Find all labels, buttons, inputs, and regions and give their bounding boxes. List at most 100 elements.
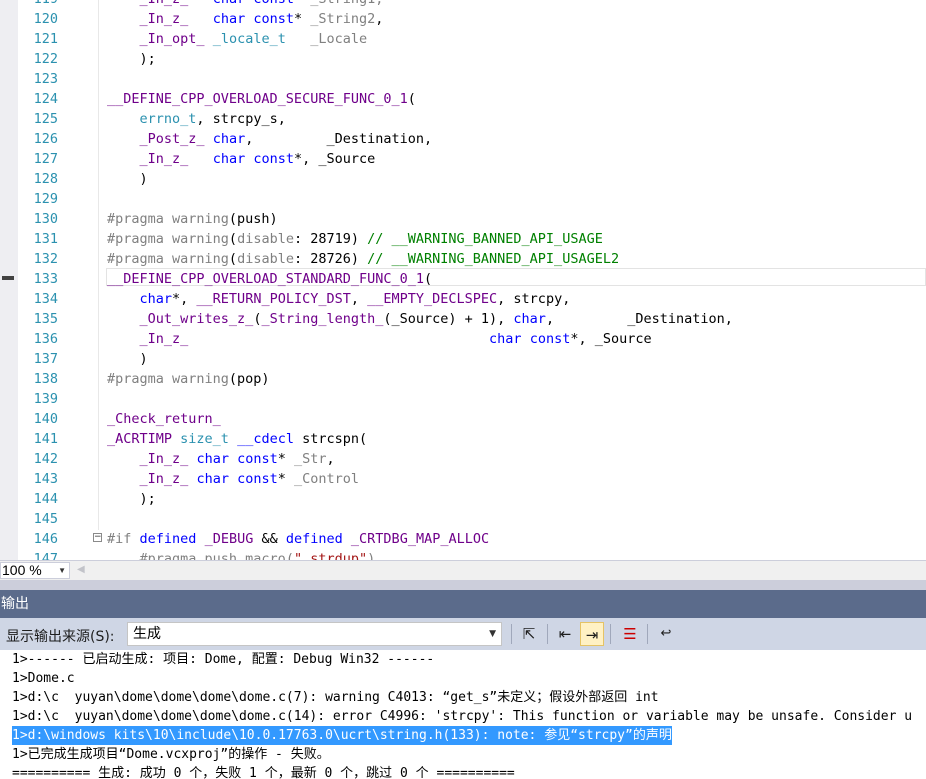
code-text: ) — [107, 171, 148, 187]
line-number: 138 — [33, 371, 58, 387]
code-line[interactable]: 145 — [0, 509, 926, 529]
code-line[interactable]: 132 #pragma warning(disable: 28726) // __… — [0, 249, 926, 269]
output-source-select[interactable]: 生成 ▼ — [127, 622, 502, 646]
code-text: _Check_return_ — [107, 411, 221, 427]
code-line[interactable]: 119 _In_z_ char const* _String1, — [0, 0, 926, 9]
line-number: 147 — [33, 551, 58, 560]
chevron-down-icon: ▼ — [58, 566, 66, 575]
code-text: _In_z_ char const* _String1, — [107, 0, 384, 9]
code-line[interactable]: 129 — [0, 189, 926, 209]
output-title-text: 输出 — [1, 596, 29, 612]
next-message-icon[interactable]: ⇥ — [580, 622, 604, 646]
line-number: 122 — [33, 51, 58, 67]
line-number: 134 — [33, 291, 58, 307]
line-number: 132 — [33, 251, 58, 267]
code-text: _In_z_ char const* _Control — [139, 471, 360, 487]
line-number: 142 — [33, 451, 58, 467]
line-number: 128 — [33, 171, 58, 187]
zoom-level-value: 100 % — [2, 562, 42, 578]
code-text: _In_z_ char const* _String2, — [139, 11, 384, 27]
code-line[interactable]: 135 _Out_writes_z_(_String_length_(_Sour… — [0, 309, 926, 329]
code-line[interactable]: 136 _In_z_ char const*, _Source — [0, 329, 926, 349]
line-number: 125 — [33, 111, 58, 127]
code-text: #pragma warning(disable: 28719) // __WAR… — [107, 231, 603, 247]
line-number: 121 — [33, 31, 58, 47]
code-text: _Out_writes_z_(_String_length_(_Source) … — [139, 311, 733, 327]
code-line[interactable]: 122 ); — [0, 49, 926, 69]
code-line[interactable]: 138 #pragma warning(pop) — [0, 369, 926, 389]
code-text: _In_opt_ _locale_t _Locale — [139, 31, 368, 47]
code-line[interactable]: 128 ) — [0, 169, 926, 189]
code-line[interactable]: 134 char*, __RETURN_POLICY_DST, __EMPTY_… — [0, 289, 926, 309]
output-source-value: 生成 — [133, 626, 161, 642]
line-number: 139 — [33, 391, 58, 407]
clear-all-icon[interactable]: ☰ — [618, 622, 642, 646]
collapse-toggle-icon[interactable]: − — [93, 533, 102, 542]
output-text-area[interactable]: 1>------ 已启动生成: 项目: Dome, 配置: Debug Win3… — [0, 650, 926, 779]
code-text: errno_t, strcpy_s, — [139, 111, 286, 127]
code-line[interactable]: 127 _In_z_ char const*, _Source — [0, 149, 926, 169]
code-text: #if defined _DEBUG && defined _CRTDBG_MA… — [107, 531, 490, 547]
code-text: #pragma warning(disable: 28726) // __WAR… — [107, 251, 620, 267]
code-line[interactable]: 124 __DEFINE_CPP_OVERLOAD_SECURE_FUNC_0_1… — [0, 89, 926, 109]
output-toolbar: 显示输出来源(S): 生成 ▼ ⇱ ⇤ ⇥ ☰ ↩ — [0, 618, 926, 650]
line-number: 131 — [33, 231, 58, 247]
code-text: ); — [107, 51, 156, 67]
code-line[interactable]: 131 #pragma warning(disable: 28719) // __… — [0, 229, 926, 249]
toolbar-divider — [547, 624, 548, 644]
line-number: 136 — [33, 331, 58, 347]
code-text: _In_z_ char const*, _Source — [139, 331, 652, 347]
output-line[interactable]: ========== 生成: 成功 0 个，失败 1 个，最新 0 个，跳过 0… — [12, 764, 515, 779]
code-line[interactable]: 120 _In_z_ char const* _String2, — [0, 9, 926, 29]
code-text: #pragma push_macro("_strdup") — [139, 551, 376, 560]
code-line[interactable]: 146 #if defined _DEBUG && defined _CRTDBG… — [0, 529, 926, 549]
code-line[interactable]: 144 ); — [0, 489, 926, 509]
line-number: 126 — [33, 131, 58, 147]
line-number: 144 — [33, 491, 58, 507]
panel-splitter[interactable] — [0, 580, 926, 590]
code-text: char*, __RETURN_POLICY_DST, __EMPTY_DECL… — [139, 291, 571, 307]
editor-status-bar: 100 % ▼ ◀ — [0, 560, 926, 580]
toolbar-divider — [647, 624, 648, 644]
code-line[interactable]: 121 _In_opt_ _locale_t _Locale — [0, 29, 926, 49]
line-number: 127 — [33, 151, 58, 167]
code-editor[interactable]: 119 _In_z_ char const* _String1,120 _In_… — [0, 0, 926, 560]
code-line[interactable]: 130 #pragma warning(push) — [0, 209, 926, 229]
output-line[interactable]: 1>已完成生成项目“Dome.vcxproj”的操作 - 失败。 — [12, 745, 330, 764]
find-message-in-code-icon[interactable]: ⇱ — [517, 622, 541, 646]
line-number: 130 — [33, 211, 58, 227]
code-line[interactable]: 139 — [0, 389, 926, 409]
code-text: #pragma warning(push) — [107, 211, 278, 227]
line-number: 120 — [33, 11, 58, 27]
zoom-level-dropdown[interactable]: 100 % ▼ — [0, 562, 70, 579]
code-line[interactable]: 143 _In_z_ char const* _Control — [0, 469, 926, 489]
scroll-left-icon[interactable]: ◀ — [77, 564, 85, 575]
code-text: _In_z_ char const* _Str, — [139, 451, 335, 467]
output-source-label: 显示输出来源(S): — [6, 629, 115, 645]
output-line[interactable]: 1>------ 已启动生成: 项目: Dome, 配置: Debug Win3… — [12, 650, 434, 669]
code-line[interactable]: 141 _ACRTIMP size_t __cdecl strcspn( — [0, 429, 926, 449]
line-number: 129 — [33, 191, 58, 207]
word-wrap-icon[interactable]: ↩ — [654, 622, 678, 646]
code-line[interactable]: 126 _Post_z_ char, _Destination, — [0, 129, 926, 149]
line-number: 135 — [33, 311, 58, 327]
line-number: 137 — [33, 351, 58, 367]
code-line[interactable]: 140 _Check_return_ — [0, 409, 926, 429]
code-line[interactable]: 125 errno_t, strcpy_s, — [0, 109, 926, 129]
output-line[interactable]: 1>Dome.c — [12, 669, 75, 688]
code-line[interactable]: 147 #pragma push_macro("_strdup") — [0, 549, 926, 560]
code-line[interactable]: 142 _In_z_ char const* _Str, — [0, 449, 926, 469]
previous-message-icon[interactable]: ⇤ — [553, 622, 577, 646]
code-text: ); — [107, 491, 156, 507]
code-line[interactable]: 133 __DEFINE_CPP_OVERLOAD_STANDARD_FUNC_0… — [0, 269, 926, 289]
output-line-selected[interactable]: 1>d:\windows kits\10\include\10.0.17763.… — [12, 726, 672, 745]
output-line[interactable]: 1>d:\c yuyan\dome\dome\dome\dome.c(7): w… — [12, 688, 659, 707]
code-line[interactable]: 137 ) — [0, 349, 926, 369]
output-line[interactable]: 1>d:\c yuyan\dome\dome\dome\dome.c(14): … — [12, 707, 912, 726]
chevron-down-icon: ▼ — [489, 629, 496, 639]
code-line[interactable]: 123 — [0, 69, 926, 89]
code-text: __DEFINE_CPP_OVERLOAD_SECURE_FUNC_0_1( — [107, 91, 416, 107]
code-text: _In_z_ char const*, _Source — [139, 151, 376, 167]
code-text: _Post_z_ char, _Destination, — [139, 131, 433, 147]
line-number: 146 — [33, 531, 58, 547]
